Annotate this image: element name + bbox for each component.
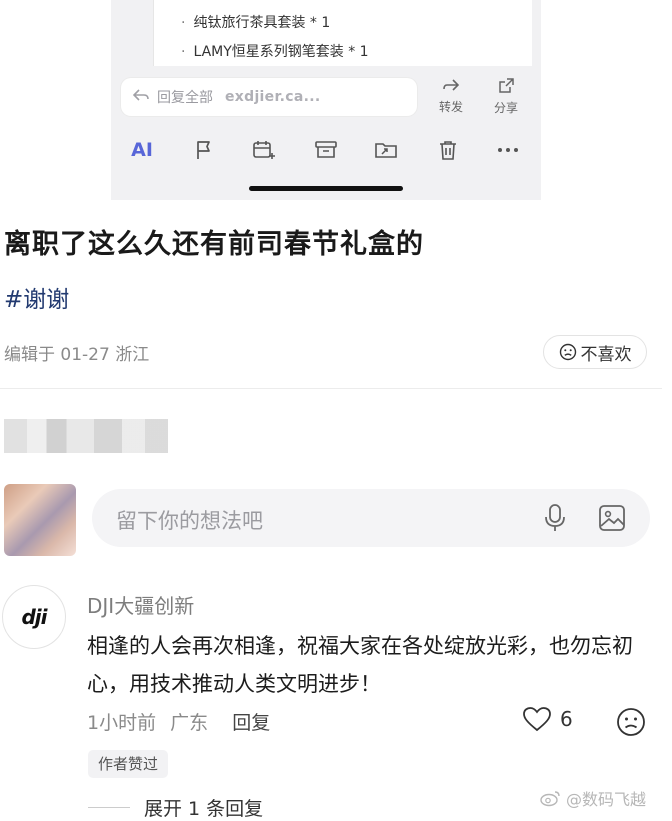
reply-address: exdjier.ca... <box>225 89 321 105</box>
dislike-button[interactable]: 不喜欢 <box>543 335 647 369</box>
hashtag-link[interactable]: #谢谢 <box>4 280 69 314</box>
mail-screenshot: · 纯钛旅行茶具套装 * 1 · LAMY恒星系列钢笔套装 * 1 回复全部 exd… <box>111 0 541 200</box>
frown-face-icon <box>617 708 645 736</box>
flag-icon <box>197 141 210 159</box>
dji-logo: dji <box>21 605 47 629</box>
weibo-icon <box>540 791 560 807</box>
mail-toolbar: AI <box>111 134 541 166</box>
move-to-folder-button[interactable] <box>370 134 402 166</box>
add-calendar-button[interactable] <box>248 134 280 166</box>
archive-button[interactable] <box>310 134 342 166</box>
archive-icon <box>315 141 337 158</box>
forward-label: 转发 <box>438 100 463 114</box>
comment-location: 广东 <box>170 712 209 734</box>
expand-replies-button[interactable]: 展开 1 条回复 <box>144 794 263 821</box>
ai-label: AI <box>131 139 153 161</box>
post-meta: 编辑于 01-27 浙江 <box>4 345 150 365</box>
share-label: 分享 <box>493 101 518 115</box>
mail-list-item: · 纯钛旅行茶具套装 * 1 <box>181 15 331 31</box>
dislike-label: 不喜欢 <box>580 344 632 365</box>
user-avatar[interactable] <box>4 484 76 556</box>
share-button[interactable]: 分享 <box>486 78 526 116</box>
divider <box>0 388 662 389</box>
mail-item-text: LAMY恒星系列钢笔套装 * 1 <box>193 44 369 60</box>
share-icon <box>486 78 526 97</box>
heart-icon <box>523 707 551 732</box>
forward-icon <box>431 78 471 96</box>
dislike-comment-button[interactable] <box>616 707 646 741</box>
more-icon <box>498 148 518 152</box>
author-liked-badge: 作者赞过 <box>88 750 169 778</box>
more-button[interactable] <box>492 134 524 166</box>
dji-avatar[interactable]: dji <box>2 585 66 649</box>
microphone-icon <box>545 504 565 531</box>
frown-face-icon <box>559 343 576 361</box>
image-upload-button[interactable] <box>597 503 627 537</box>
reply-all-button[interactable]: 回复全部 exdjier.ca... <box>121 78 417 116</box>
like-count: 6 <box>560 707 573 731</box>
blurred-username <box>4 419 168 453</box>
watermark: @数码飞越 <box>540 786 646 810</box>
voice-input-button[interactable] <box>542 503 568 537</box>
comment-author[interactable]: DJI大疆创新 <box>87 590 194 619</box>
comment-input[interactable]: 留下你的想法吧 <box>92 489 650 547</box>
post-title: 离职了这么久还有前司春节礼盒的 <box>4 229 424 260</box>
comment-meta: 1小时前 广东 回复 <box>87 708 270 735</box>
watermark-text: @数码飞越 <box>566 790 647 809</box>
trash-icon <box>440 141 456 160</box>
mail-item-text: 纯钛旅行茶具套装 * 1 <box>193 15 331 31</box>
like-button[interactable]: 6 <box>522 706 573 732</box>
image-icon <box>599 505 625 531</box>
move-folder-icon <box>375 143 397 158</box>
ai-button[interactable]: AI <box>126 134 158 166</box>
comment-text: 相逢的人会再次相逢，祝福大家在各处绽放光彩，也勿忘初心，用技术推动人类文明进步！ <box>87 634 633 696</box>
forward-button[interactable]: 转发 <box>431 78 471 115</box>
home-indicator <box>249 186 403 191</box>
delete-button[interactable] <box>432 134 464 166</box>
calendar-add-icon <box>253 141 275 159</box>
reply-button[interactable]: 回复 <box>232 712 270 734</box>
reply-all-label: 回复全部 <box>157 90 213 106</box>
divider <box>88 807 130 808</box>
comment-time: 1小时前 <box>87 712 157 734</box>
comment-placeholder: 留下你的想法吧 <box>116 509 263 533</box>
reply-icon <box>132 88 149 106</box>
flag-button[interactable] <box>188 134 220 166</box>
mail-list-item: · LAMY恒星系列钢笔套装 * 1 <box>181 44 369 60</box>
